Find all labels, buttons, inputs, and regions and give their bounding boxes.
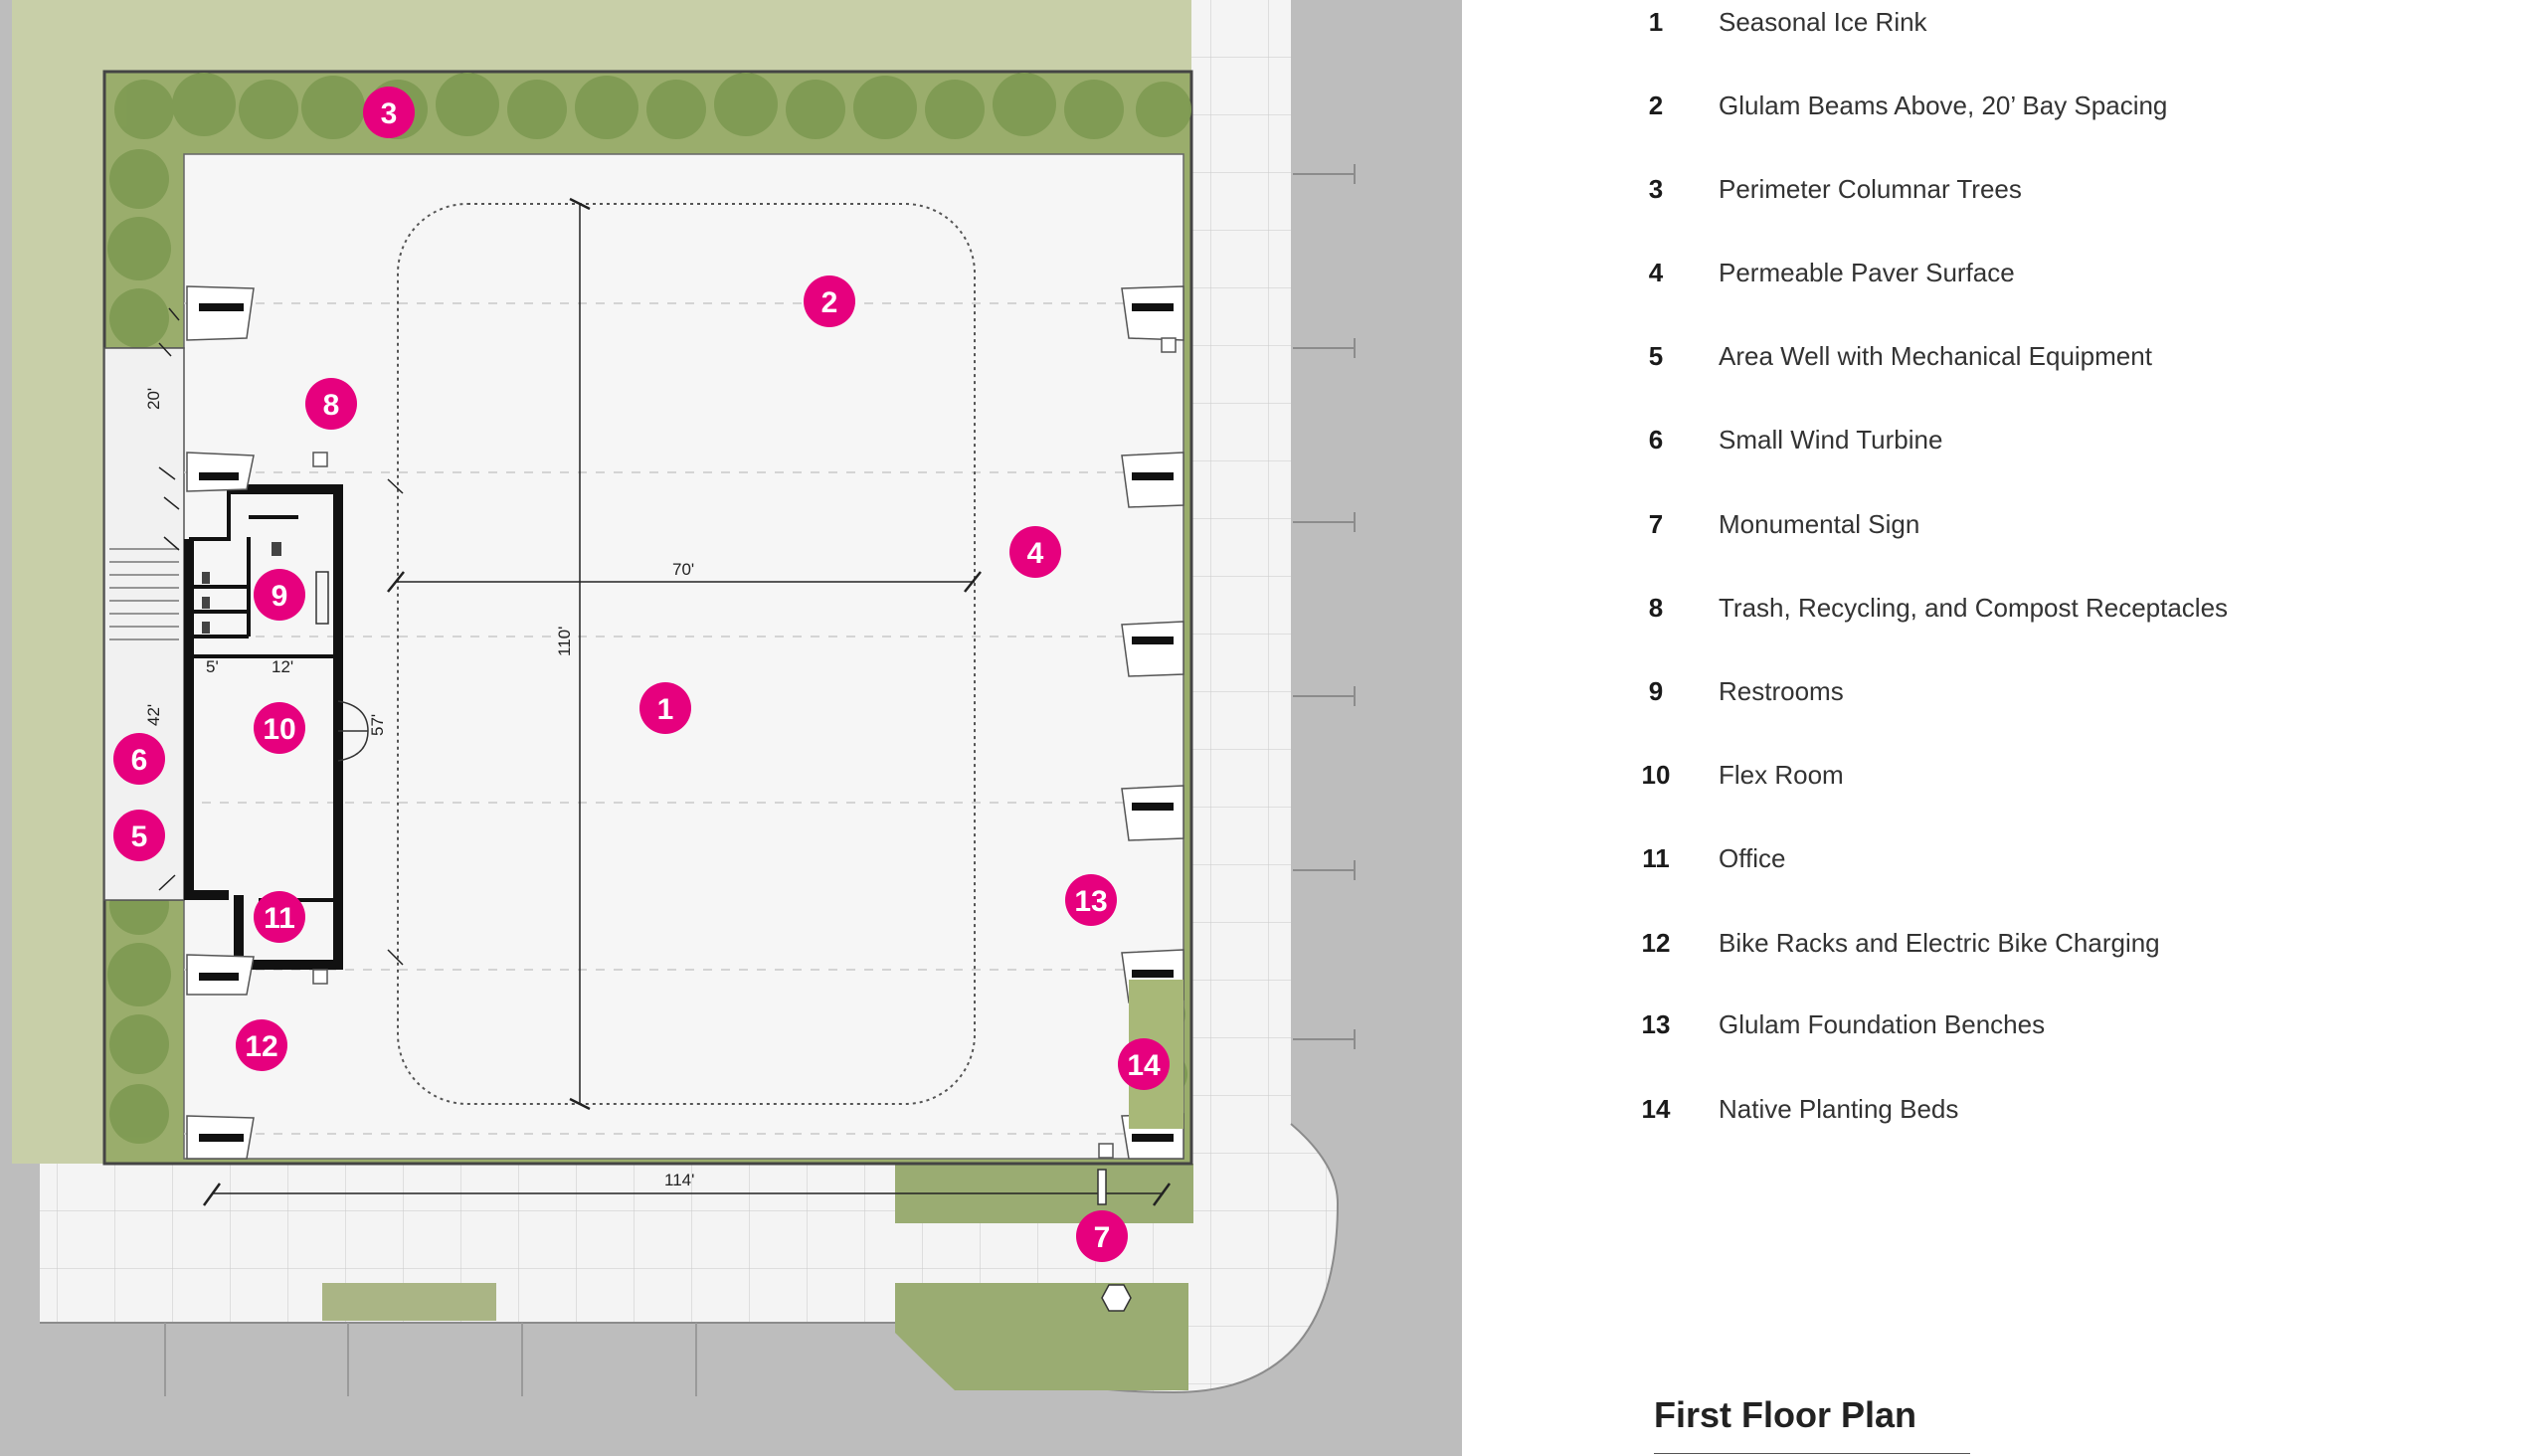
svg-text:4: 4 [1027,537,1044,570]
legend-number: 7 [1648,508,1664,539]
svg-text:8: 8 [323,389,340,422]
title-underline [1654,1453,1970,1454]
legend-label: Bike Racks and Electric Bike Charging [1719,927,2160,958]
legend-label: Small Wind Turbine [1719,424,1943,455]
legend-label: Flex Room [1719,759,1844,790]
svg-text:10: 10 [263,713,295,746]
dim-rink-width: 70' [672,560,694,579]
legend-item: 10 Flex Room [1631,755,1844,795]
svg-text:9: 9 [272,580,288,613]
svg-text:7: 7 [1094,1221,1111,1254]
legend-item: 4 Permeable Paver Surface [1631,253,2015,292]
planting-bed-bottom [895,1283,1188,1390]
legend-number: 5 [1648,340,1664,371]
legend-item: 9 Restrooms [1631,671,1844,711]
legend-number: 8 [1648,592,1664,623]
svg-text:13: 13 [1074,885,1107,918]
legend-item: 1 Seasonal Ice Rink [1631,2,1927,42]
svg-text:12: 12 [245,1030,277,1063]
legend-label: Glulam Foundation Benches [1719,1008,2046,1039]
callout-12: 12 [236,1019,287,1071]
legend-number: 1 [1648,6,1664,37]
legend-label: Monumental Sign [1719,508,1920,539]
legend-label: Area Well with Mechanical Equipment [1719,340,2152,371]
dim-bay: 20' [144,388,163,410]
dim-room-length: 57' [368,714,387,736]
dim-pavilion-length: 42' [144,704,163,726]
callout-10: 10 [254,702,305,754]
callout-1: 1 [639,682,691,734]
svg-text:6: 6 [131,744,148,777]
legend-number: 12 [1641,927,1671,958]
plan-title: First Floor Plan [1654,1394,1917,1435]
callout-8: 8 [305,378,357,430]
legend-label: Trash, Recycling, and Compost Receptacle… [1719,592,2229,623]
legend-item: 2 Glulam Beams Above, 20’ Bay Spacing [1631,86,2168,125]
callout-6: 6 [113,733,165,785]
legend-number: 13 [1641,1008,1671,1039]
dim-rink-length: 110' [555,627,574,656]
legend-number: 10 [1641,759,1671,790]
legend-item: 5 Area Well with Mechanical Equipment [1631,336,2152,376]
legend-number: 11 [1642,842,1670,873]
callout-3: 3 [363,87,415,138]
svg-text:3: 3 [381,97,398,130]
legend-label: Seasonal Ice Rink [1719,6,1927,37]
callout-14: 14 [1118,1038,1170,1090]
legend-label: Office [1719,842,1786,873]
callout-7: 7 [1076,1210,1128,1262]
svg-text:11: 11 [264,902,295,935]
dim-restroom-width: 5' [206,657,219,676]
callout-5: 5 [113,810,165,861]
legend-label: Perimeter Columnar Trees [1719,173,2022,204]
site-plan-drawing: 70' 110' 114' 20' 42' 5' 12' 57' 1 2 3 4… [0,0,1462,1456]
legend-item: 12 Bike Racks and Electric Bike Charging [1631,923,2160,963]
monumental-sign-shape [1097,1169,1107,1205]
legend-number: 3 [1648,173,1664,204]
callout-11: 11 [254,891,305,943]
legend-number: 14 [1641,1093,1671,1124]
callout-4: 4 [1009,526,1061,578]
legend-item: 8 Trash, Recycling, and Compost Receptacl… [1631,588,2228,628]
svg-text:2: 2 [821,286,838,319]
legend-item: 3 Perimeter Columnar Trees [1631,169,2022,209]
callout-2: 2 [804,275,855,327]
callout-13: 13 [1065,874,1117,926]
grass-strip [322,1283,496,1321]
callout-9: 9 [254,569,305,621]
legend-label: Glulam Beams Above, 20’ Bay Spacing [1719,90,2168,120]
legend-item: 11 Office [1631,838,1785,878]
legend-label: Native Planting Beds [1719,1093,1959,1124]
dim-room-width: 12' [272,657,293,676]
legend-number: 9 [1648,675,1664,706]
legend-label: Restrooms [1719,675,1844,706]
svg-text:1: 1 [657,693,674,726]
legend-number: 4 [1648,257,1664,287]
legend-label: Permeable Paver Surface [1719,257,2015,287]
legend-number: 6 [1648,424,1664,455]
dim-site-width: 114' [664,1171,694,1189]
legend-item: 14 Native Planting Beds [1631,1089,1959,1129]
legend-item: 7 Monumental Sign [1631,504,1920,544]
svg-text:5: 5 [131,820,148,853]
legend-number: 2 [1648,90,1664,120]
legend-item: 6 Small Wind Turbine [1631,420,1943,459]
legend-item: 13 Glulam Foundation Benches [1631,1004,2046,1044]
svg-text:14: 14 [1127,1049,1161,1082]
